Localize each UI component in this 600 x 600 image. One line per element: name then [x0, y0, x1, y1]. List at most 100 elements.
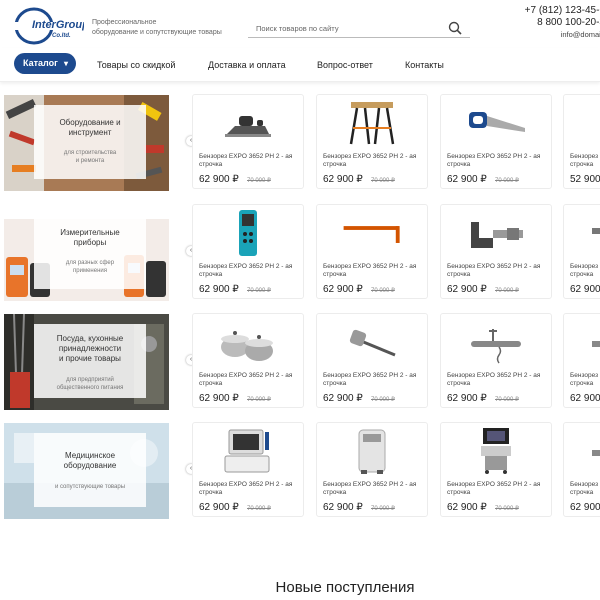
banner-title: Посуда, кухонные [56, 334, 124, 343]
product-name[interactable]: Бензорез EXPO 3652 РН 2 - ая строчка [570, 263, 600, 279]
product-card[interactable]: Бензорез EXPO 3652 РН 2 - ая строчка 62 … [563, 204, 600, 299]
banner-subtitle: для разных сфер [65, 260, 115, 266]
workbench-icon [349, 102, 395, 145]
product-old-price: 70 000 ₽ [495, 178, 519, 184]
tagline-line: оборудование и сопутствующие товары [92, 29, 222, 36]
product-old-price: 70 000 ₽ [247, 506, 271, 512]
banner-title: и прочие товары [59, 354, 121, 363]
category-banner-tools[interactable]: Оборудование и инструмент для строительс… [4, 95, 169, 191]
product-name[interactable]: Бензорез EXPO 3652 РН 2 - ая строчка [323, 153, 427, 169]
product-name[interactable]: Бензорез EXPO 3652 РН 2 - ая строчка [570, 372, 600, 388]
product-price: 62 900 ₽ [323, 174, 363, 185]
email-link[interactable]: info@domain [561, 30, 600, 40]
product-card[interactable]: Бензорез EXPO 3652 РН 2 - ая строчка 62 … [316, 204, 428, 299]
search-box [248, 18, 470, 38]
chevron-down-icon: ▾ [63, 59, 68, 68]
logo[interactable]: InterGroup Co.ltd. [12, 6, 84, 46]
product-name[interactable]: Бензорез EXPO 3652 РН 2 - ая строчка [447, 481, 551, 497]
product-price: 62 900 ₽ [447, 174, 487, 185]
product-price: 62 900 ₽ [323, 502, 363, 513]
banner-subtitle: общественного питания [56, 385, 124, 391]
product-price: 62 900 ₽ [323, 284, 363, 295]
tool-icon [592, 450, 600, 456]
product-card[interactable]: Бензорез EXPO 3652 РН 2 - ая строчка 62 … [440, 204, 552, 299]
product-old-price: 70 000 ₽ [247, 288, 271, 294]
product-name[interactable]: Бензорез EXPO 3652 РН 2 - ая строчка [199, 263, 303, 279]
product-card[interactable]: Бензорез EXPO 3652 РН 2 - ая строчка 62 … [192, 204, 304, 299]
product-old-price: 70 000 ₽ [247, 397, 271, 403]
category-banner-measuring[interactable]: Измерительные приборы для разных сфер пр… [4, 205, 169, 301]
category-section: Посуда, кухонные принадлежности и прочие… [0, 313, 600, 410]
corkscrew-icon [471, 329, 521, 364]
nav-link-discounts[interactable]: Товары со скидкой [97, 59, 175, 71]
main-nav: Каталог ▾ Товары со скидкой Доставка и о… [0, 48, 600, 82]
product-name[interactable]: Бензорез EXPO 3652 РН 2 - ая строчка [323, 481, 427, 497]
banner-card: Медицинское оборудование и сопутствующие… [34, 433, 146, 507]
product-name[interactable]: Бензорез EXPO 3652 РН 2 - ая строчка [323, 263, 427, 279]
product-card[interactable]: Бензорез EXPO 3652 РН 2 - ая строчка 62 … [440, 422, 552, 517]
tenderizer-icon [349, 329, 396, 357]
product-price: 62 900 ₽ [199, 284, 239, 295]
product-price: 62 900 ₽ [447, 393, 487, 404]
svg-text:InterGroup: InterGroup [32, 19, 84, 31]
category-banner-medical[interactable]: Медицинское оборудование и сопутствующие… [4, 423, 169, 519]
product-name[interactable]: Бензорез EXPO 3652 РН 2 - ая строчка [570, 153, 600, 169]
banner-subtitle: и ремонта [75, 158, 105, 164]
product-old-price: 70 000 ₽ [371, 397, 395, 403]
phone-primary[interactable]: +7 (812) 123-45-6 [525, 5, 600, 16]
product-price: 62 900 ₽ [199, 502, 239, 513]
ruler-icon [343, 226, 400, 243]
product-card[interactable]: Бензорез EXPO 3652 РН 2 - ая строчка 62 … [316, 313, 428, 408]
svg-text:Co.ltd.: Co.ltd. [52, 33, 71, 39]
header: InterGroup Co.ltd. Профессиональное обор… [0, 0, 600, 48]
clamp-icon [599, 108, 600, 128]
product-name[interactable]: Бензорез EXPO 3652 РН 2 - ая строчка [447, 263, 551, 279]
product-name[interactable]: Бензорез EXPO 3652 РН 2 - ая строчка [447, 153, 551, 169]
product-name[interactable]: Бензорез EXPO 3652 РН 2 - ая строчка [570, 481, 600, 497]
banner-title: приборы [73, 238, 107, 247]
product-old-price: 70 000 ₽ [247, 178, 271, 184]
product-name[interactable]: Бензорез EXPO 3652 РН 2 - ая строчка [323, 372, 427, 388]
product-card[interactable]: Бензорез EXPO 3652 РН 2 - ая строчка 62 … [440, 313, 552, 408]
banner-title: принадлежности [58, 344, 122, 353]
product-card[interactable]: Бензорез EXPO 3652 РН 2 - ая строчка 62 … [563, 313, 600, 408]
product-card[interactable]: Бензорез EXPO 3652 РН 2 - ая строчка 62 … [563, 422, 600, 517]
nav-link-contacts[interactable]: Контакты [405, 59, 444, 71]
product-card[interactable]: Бензорез EXPO 3652 РН 2 - ая строчка 62 … [192, 94, 304, 189]
plane-icon [225, 116, 271, 137]
catalog-button[interactable]: Каталог ▾ [14, 53, 76, 74]
search-input[interactable] [248, 19, 438, 38]
product-card[interactable]: Бензорез EXPO 3652 РН 2 - ая строчка 62 … [440, 94, 552, 189]
product-name[interactable]: Бензорез EXPO 3652 РН 2 - ая строчка [447, 372, 551, 388]
product-old-price: 70 000 ₽ [495, 397, 519, 403]
product-old-price: 70 000 ₽ [371, 178, 395, 184]
search-icon[interactable] [448, 21, 462, 35]
product-card[interactable]: Бензорез EXPO 3652 РН 2 - ая строчка 62 … [192, 313, 304, 408]
nav-link-delivery[interactable]: Доставка и оплата [208, 59, 286, 71]
category-section: Измерительные приборы для разных сфер пр… [0, 204, 600, 301]
phone-secondary[interactable]: 8 800 100-20-3 [537, 17, 600, 28]
product-old-price: 70 000 ₽ [371, 506, 395, 512]
product-price: 62 900 ₽ [199, 393, 239, 404]
banner-subtitle: для предприятий [66, 377, 114, 383]
product-card[interactable]: Бензорез EXPO 3652 РН 2 - ая строчка 62 … [192, 422, 304, 517]
product-card[interactable]: Бензорез EXPO 3652 РН 2 - ая строчка 52 … [563, 94, 600, 189]
product-old-price: 70 000 ₽ [495, 288, 519, 294]
product-price: 62 900 ₽ [447, 284, 487, 295]
product-price: 62 900 ₽ [323, 393, 363, 404]
banner-title: инструмент [68, 128, 112, 137]
tool-icon [592, 228, 600, 234]
category-section: Медицинское оборудование и сопутствующие… [0, 422, 600, 519]
product-name[interactable]: Бензорез EXPO 3652 РН 2 - ая строчка [199, 153, 303, 169]
category-banner-kitchen[interactable]: Посуда, кухонные принадлежности и прочие… [4, 314, 169, 410]
product-name[interactable]: Бензорез EXPO 3652 РН 2 - ая строчка [199, 481, 303, 497]
product-card[interactable]: Бензорез EXPO 3652 РН 2 - ая строчка 62 … [316, 422, 428, 517]
nav-link-faq[interactable]: Вопрос-ответ [317, 59, 373, 71]
concentrator-icon [358, 429, 386, 474]
new-arrivals-title: Новые поступления [275, 579, 415, 596]
product-price: 52 900 [570, 174, 600, 185]
saw-icon [469, 112, 525, 132]
product-card[interactable]: Бензорез EXPO 3652 РН 2 - ая строчка 62 … [316, 94, 428, 189]
banner-title: Измерительные [60, 228, 120, 237]
product-name[interactable]: Бензорез EXPO 3652 РН 2 - ая строчка [199, 372, 303, 388]
